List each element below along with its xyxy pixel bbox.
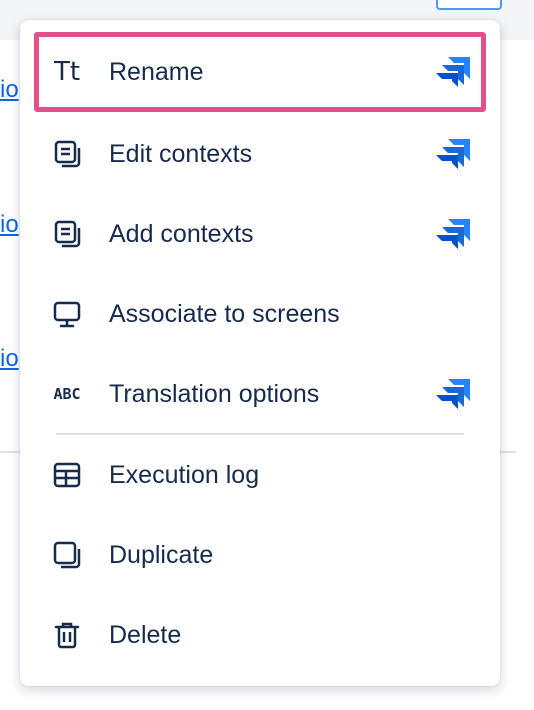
menu-item-add-contexts[interactable]: Add contexts (34, 199, 486, 269)
abc-icon: ABC (53, 385, 81, 403)
background-link[interactable]: io (0, 212, 22, 238)
menu-item-associate-to-screens[interactable]: Associate to screens (34, 279, 486, 349)
menu-item-label: Add contexts (109, 219, 254, 248)
menu-separator (56, 433, 464, 435)
menu-item-label: Translation options (109, 379, 320, 408)
duplicate-icon (53, 541, 81, 569)
menu-item-label: Delete (109, 620, 182, 649)
menu-item-rename[interactable]: Tt Rename (34, 32, 486, 112)
copy-document-icon (54, 140, 81, 168)
menu-item-duplicate[interactable]: Duplicate (34, 520, 486, 590)
jira-software-icon (436, 219, 470, 249)
jira-software-icon (436, 379, 470, 409)
menu-item-label: Associate to screens (109, 299, 340, 328)
monitor-icon (53, 301, 81, 328)
jira-software-icon (436, 139, 470, 169)
menu-item-label: Duplicate (109, 540, 214, 569)
background-button[interactable] (436, 0, 502, 10)
menu-item-translation-options[interactable]: ABC Translation options (34, 359, 486, 429)
trash-icon (54, 622, 80, 649)
menu-item-label: Edit contexts (109, 139, 253, 168)
menu-item-delete[interactable]: Delete (34, 600, 486, 670)
menu-item-label: Rename (109, 57, 204, 86)
menu-item-edit-contexts[interactable]: Edit contexts (34, 119, 486, 189)
actions-menu: Tt Rename Edit contexts Add contexts Ass… (20, 20, 500, 686)
table-icon (53, 462, 81, 488)
background-link[interactable]: io (0, 346, 22, 372)
copy-document-icon (54, 220, 81, 248)
menu-item-execution-log[interactable]: Execution log (34, 440, 486, 510)
text-style-icon: Tt (53, 57, 81, 87)
menu-item-label: Execution log (109, 460, 260, 489)
background-link[interactable]: io (0, 77, 22, 103)
jira-software-icon (436, 57, 470, 87)
